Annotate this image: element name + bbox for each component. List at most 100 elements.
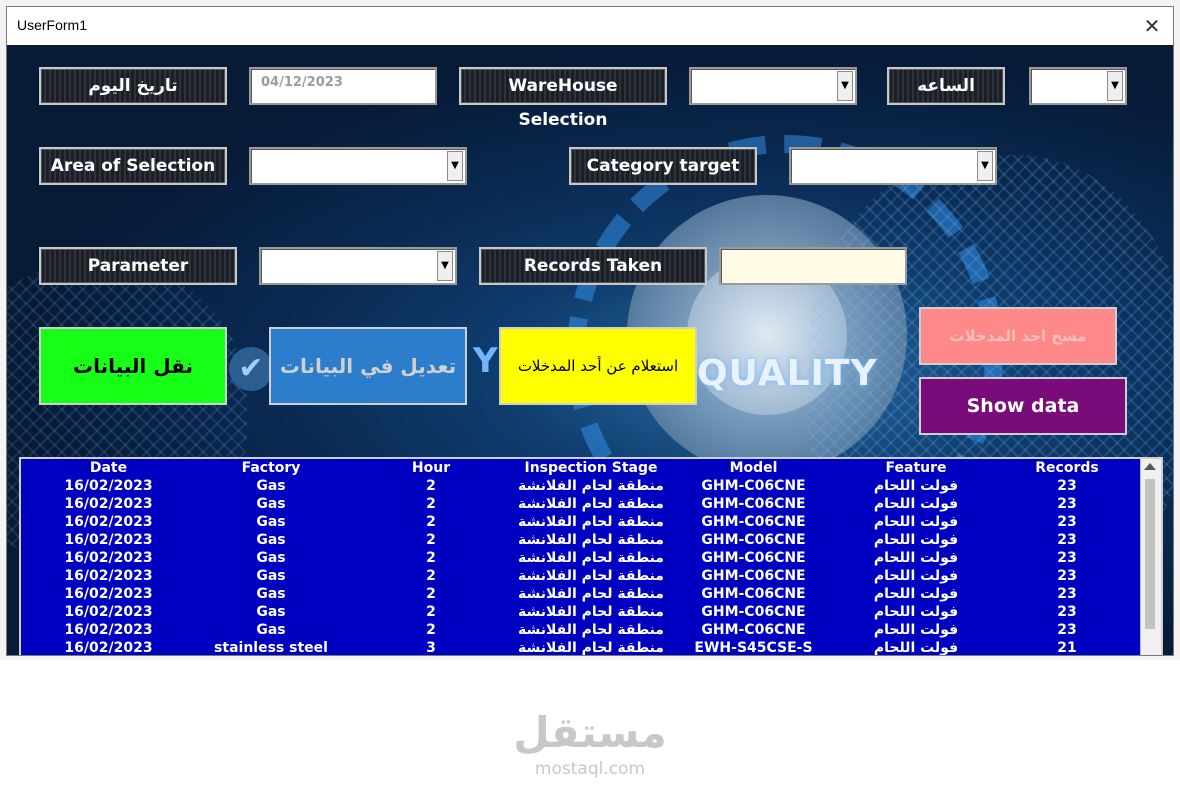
table-header-row: Date Factory Hour Inspection Stage Model Feat… [21,459,1143,477]
table-cell: 16/02/2023 [64,532,153,548]
table-cell: 2 [426,604,436,620]
table-cell: 16/02/2023 [64,640,153,655]
scroll-thumb[interactable] [1145,479,1155,629]
table-row[interactable]: 16/02/2023 Gas 2 منطقة لحام الفلانشة GHM-C06… [21,549,1143,567]
checkmark-icon: ✔ [229,347,273,391]
table-cell: 2 [426,532,436,548]
edit-data-button[interactable]: تعديل في البيانات [269,327,467,405]
transfer-data-button[interactable]: نقل البيانات [39,327,227,405]
listbox-scrollbar[interactable] [1140,459,1161,655]
table-cell: 23 [1057,514,1077,530]
dropdown-arrow-icon[interactable]: ▼ [977,151,993,181]
dropdown-arrow-icon[interactable]: ▼ [837,71,853,101]
table-cell: 16/02/2023 [64,622,153,638]
hour-select[interactable]: ▼ [1029,67,1127,105]
table-row[interactable]: 16/02/2023 Gas 2 منطقة لحام الفلانشة GHM-C06… [21,513,1143,531]
table-row[interactable]: 16/02/2023 Gas 2 منطقة لحام الفلانشة GHM-C06… [21,477,1143,495]
table-row[interactable]: 16/02/2023 stainless steel 3 منطقة لحام الف… [21,639,1143,655]
show-data-button[interactable]: Show data [919,377,1127,435]
table-cell: 23 [1057,622,1077,638]
dropdown-arrow-icon[interactable]: ▼ [1107,71,1123,101]
warehouse-select[interactable]: ▼ [689,67,857,105]
table-cell: 23 [1057,532,1077,548]
area-select[interactable]: ▼ [249,147,467,185]
data-listbox[interactable]: Date Factory Hour Inspection Stage Model Feat… [19,457,1163,655]
table-cell: Gas [256,496,286,512]
table-row[interactable]: 16/02/2023 Gas 2 منطقة لحام الفلانشة GHM-C06… [21,531,1143,549]
dropdown-arrow-icon[interactable]: ▼ [437,251,453,281]
column-header: Model [729,460,778,476]
table-cell: منطقة لحام الفلانشة [518,514,664,530]
close-icon[interactable]: ✕ [1137,11,1167,41]
table-cell: 2 [426,496,436,512]
table-cell: 16/02/2023 [64,514,153,530]
table-cell: GHM-C06CNE [701,532,806,548]
table-cell: 2 [426,550,436,566]
table-cell: 23 [1057,496,1077,512]
table-cell: GHM-C06CNE [701,568,806,584]
table-cell: 23 [1057,568,1077,584]
table-cell: 16/02/2023 [64,550,153,566]
table-cell: فولت اللحام [873,496,959,512]
table-cell: منطقة لحام الفلانشة [518,532,664,548]
date-field[interactable]: 04/12/2023 [249,67,437,105]
table-cell: 21 [1057,640,1077,655]
query-entry-button[interactable]: استعلام عن أحد المدخلات [499,327,697,405]
table-cell: منطقة لحام الفلانشة [518,550,664,566]
watermark-url: mostaql.com [534,759,646,779]
table-cell: EWH-S45CSE-S [694,640,813,655]
clear-entry-button[interactable]: مسح احد المدخلات [919,307,1117,365]
parameter-label: Parameter [39,247,237,285]
category-label: Category target [569,147,757,185]
table-cell: 23 [1057,586,1077,602]
column-header: Feature [885,460,947,476]
table-cell: فولت اللحام [873,532,959,548]
table-row[interactable]: 16/02/2023 Gas 2 منطقة لحام الفلانشة GHM-C06… [21,585,1143,603]
category-select[interactable]: ▼ [789,147,997,185]
warehouse-label: WareHouse Selection [459,67,667,130]
table-cell: منطقة لحام الفلانشة [518,640,664,655]
column-header: Date [89,460,128,476]
table-body: 16/02/2023 Gas 2 منطقة لحام الفلانشة GHM-C06… [21,477,1143,655]
table-cell: Gas [256,550,286,566]
table-cell: Gas [256,514,286,530]
table-cell: 3 [426,640,436,655]
table-row[interactable]: 16/02/2023 Gas 2 منطقة لحام الفلانشة GHM-C06… [21,495,1143,513]
dropdown-arrow-icon[interactable]: ▼ [447,151,463,181]
table-cell: فولت اللحام [873,550,959,566]
parameter-select[interactable]: ▼ [259,247,457,285]
table-cell: منطقة لحام الفلانشة [518,478,664,494]
table-cell: 16/02/2023 [64,568,153,584]
table-cell: 2 [426,568,436,584]
records-taken-label: Records Taken [479,247,707,285]
form-canvas: ✔ Y QUALITY تاريخ اليوم 04/12/2023 WareH… [7,45,1173,655]
table-row[interactable]: 16/02/2023 Gas 2 منطقة لحام الفلانشة GHM-C06… [21,603,1143,621]
table-cell: فولت اللحام [873,640,959,655]
column-header: Factory [241,460,301,476]
table-cell: GHM-C06CNE [701,604,806,620]
table-cell: Gas [256,622,286,638]
table-cell: GHM-C06CNE [701,496,806,512]
watermark-logo-text: مستقل [513,708,667,757]
table-cell: 23 [1057,604,1077,620]
table-cell: 16/02/2023 [64,586,153,602]
table-row[interactable]: 16/02/2023 Gas 2 منطقة لحام الفلانشة GHM-C06… [21,567,1143,585]
table-cell: 2 [426,622,436,638]
table-cell: GHM-C06CNE [701,586,806,602]
area-label: Area of Selection [39,147,227,185]
table-cell: فولت اللحام [873,514,959,530]
table-cell: stainless steel [214,640,328,655]
table-cell: 23 [1057,550,1077,566]
table-cell: GHM-C06CNE [701,550,806,566]
column-header: Hour [411,460,451,476]
table-cell: Gas [256,532,286,548]
table-cell: فولت اللحام [873,478,959,494]
hour-label: الساعه [887,67,1005,105]
column-header: Inspection Stage [524,460,658,476]
table-cell: 16/02/2023 [64,496,153,512]
background-letter: Y [473,341,498,381]
records-taken-input[interactable] [719,247,907,285]
table-row[interactable]: 16/02/2023 Gas 2 منطقة لحام الفلانشة GHM-C06… [21,621,1143,639]
table-cell: منطقة لحام الفلانشة [518,586,664,602]
scroll-up-icon[interactable] [1144,463,1156,470]
